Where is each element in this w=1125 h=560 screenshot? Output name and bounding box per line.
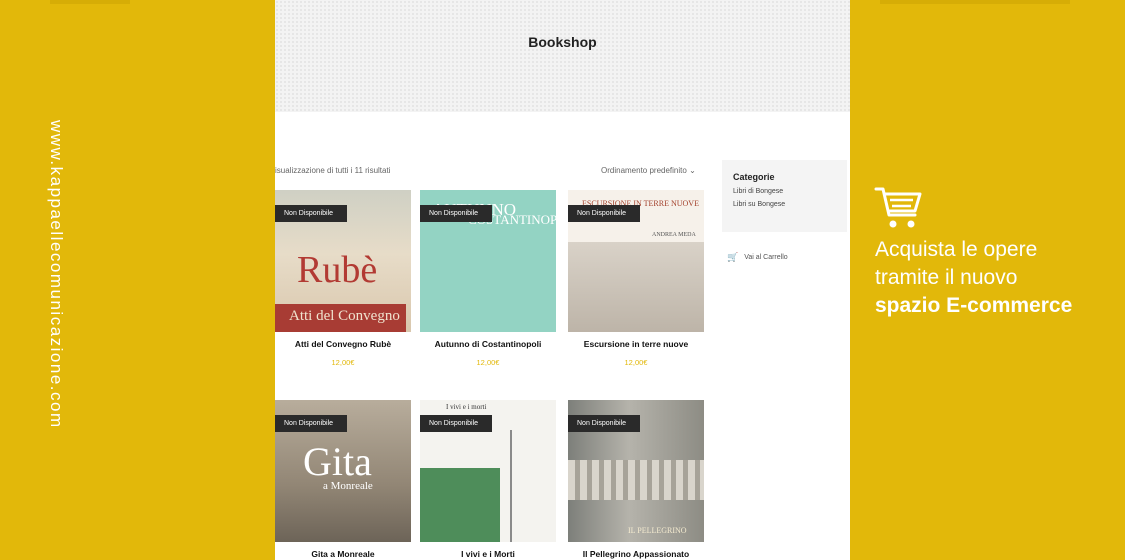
cart-icon: 🛒: [727, 252, 739, 262]
product-name[interactable]: I vivi e i Morti: [420, 549, 556, 559]
cover-subtitle: Atti del Convegno: [289, 308, 400, 324]
product-card[interactable]: I vivi e i morti Non Disponibile I vivi …: [420, 400, 556, 559]
status-badge: Non Disponibile: [275, 415, 347, 432]
cover-title: IL PELLEGRINO: [628, 526, 687, 535]
status-badge: Non Disponibile: [275, 205, 347, 222]
cart-link-label: Vai al Carrello: [744, 254, 788, 261]
product-price: 12,00€: [331, 358, 355, 367]
decorative-bar: [880, 0, 1070, 4]
sort-dropdown[interactable]: Ordinamento predefinito ⌄: [601, 166, 696, 175]
decorative-bar: [50, 0, 130, 4]
book-cover[interactable]: Gita a Monreale Non Disponibile: [275, 400, 411, 542]
shopping-cart-icon: [874, 187, 922, 228]
cover-band: Atti del Convegno: [275, 304, 406, 332]
sort-label: Ordinamento predefinito: [601, 166, 687, 175]
promo-highlight: spazio E-commerce: [875, 294, 1073, 317]
product-name[interactable]: Il Pellegrino Appassionato: [568, 549, 704, 559]
cover-art: [568, 460, 704, 500]
book-cover[interactable]: ESCURSIONE IN TERRE NUOVE ANDREA MEDA No…: [568, 190, 704, 332]
book-cover[interactable]: IL PELLEGRINO Non Disponibile: [568, 400, 704, 542]
page-title: Bookshop: [528, 34, 597, 50]
product-name[interactable]: Gita a Monreale: [275, 549, 411, 559]
product-card[interactable]: Rubè Atti del Convegno Non Disponibile A…: [275, 190, 411, 367]
product-card[interactable]: ESCURSIONE IN TERRE NUOVE ANDREA MEDA No…: [568, 190, 704, 367]
book-cover[interactable]: Rubè Atti del Convegno Non Disponibile: [275, 190, 411, 332]
results-count: isualizzazione di tutti i 11 risultati: [275, 166, 391, 175]
promo-line: Acquista le opere: [875, 238, 1038, 261]
promo-text: Acquista le opere tramite il nuovo spazi…: [875, 236, 1072, 320]
categories-widget: Categorie Libri di Bongese Libri su Bong…: [722, 160, 847, 232]
product-price: 12,00€: [476, 358, 500, 367]
product-name[interactable]: Escursione in terre nuove: [568, 339, 704, 349]
category-link[interactable]: Libri su Bongese: [733, 201, 847, 208]
cover-art: [510, 430, 512, 542]
product-card[interactable]: AUTUNNO COSTANTINOPOLI Non Disponibile A…: [420, 190, 556, 367]
status-badge: Non Disponibile: [568, 205, 640, 222]
product-name[interactable]: Autunno di Costantinopoli: [420, 339, 556, 349]
cover-title: Rubè: [297, 249, 378, 291]
product-card[interactable]: Gita a Monreale Non Disponibile Gita a M…: [275, 400, 411, 559]
status-badge: Non Disponibile: [568, 415, 640, 432]
website-url: www.kappaellecomunicazione.com: [47, 120, 66, 429]
book-cover[interactable]: AUTUNNO COSTANTINOPOLI Non Disponibile: [420, 190, 556, 332]
chevron-down-icon: ⌄: [689, 166, 696, 175]
cart-link[interactable]: 🛒 Vai al Carrello: [727, 252, 788, 263]
categories-title: Categorie: [733, 172, 775, 182]
cover-title: Gita: [303, 439, 372, 484]
status-badge: Non Disponibile: [420, 415, 492, 432]
cover-author: ANDREA MEDA: [652, 232, 696, 238]
product-card[interactable]: IL PELLEGRINO Non Disponibile Il Pellegr…: [568, 400, 704, 559]
book-cover[interactable]: I vivi e i morti Non Disponibile: [420, 400, 556, 542]
shop-screenshot: Bookshop isualizzazione di tutti i 11 ri…: [275, 0, 850, 560]
promo-line: tramite il nuovo: [875, 266, 1018, 289]
product-price: 12,00€: [624, 358, 648, 367]
cover-subtitle: a Monreale: [323, 480, 373, 492]
product-name[interactable]: Atti del Convegno Rubè: [275, 339, 411, 349]
cover-art: [420, 468, 500, 542]
page-header: Bookshop: [275, 0, 850, 112]
category-link[interactable]: Libri di Bongese: [733, 188, 847, 195]
cover-title: I vivi e i morti: [446, 403, 487, 411]
status-badge: Non Disponibile: [420, 205, 492, 222]
